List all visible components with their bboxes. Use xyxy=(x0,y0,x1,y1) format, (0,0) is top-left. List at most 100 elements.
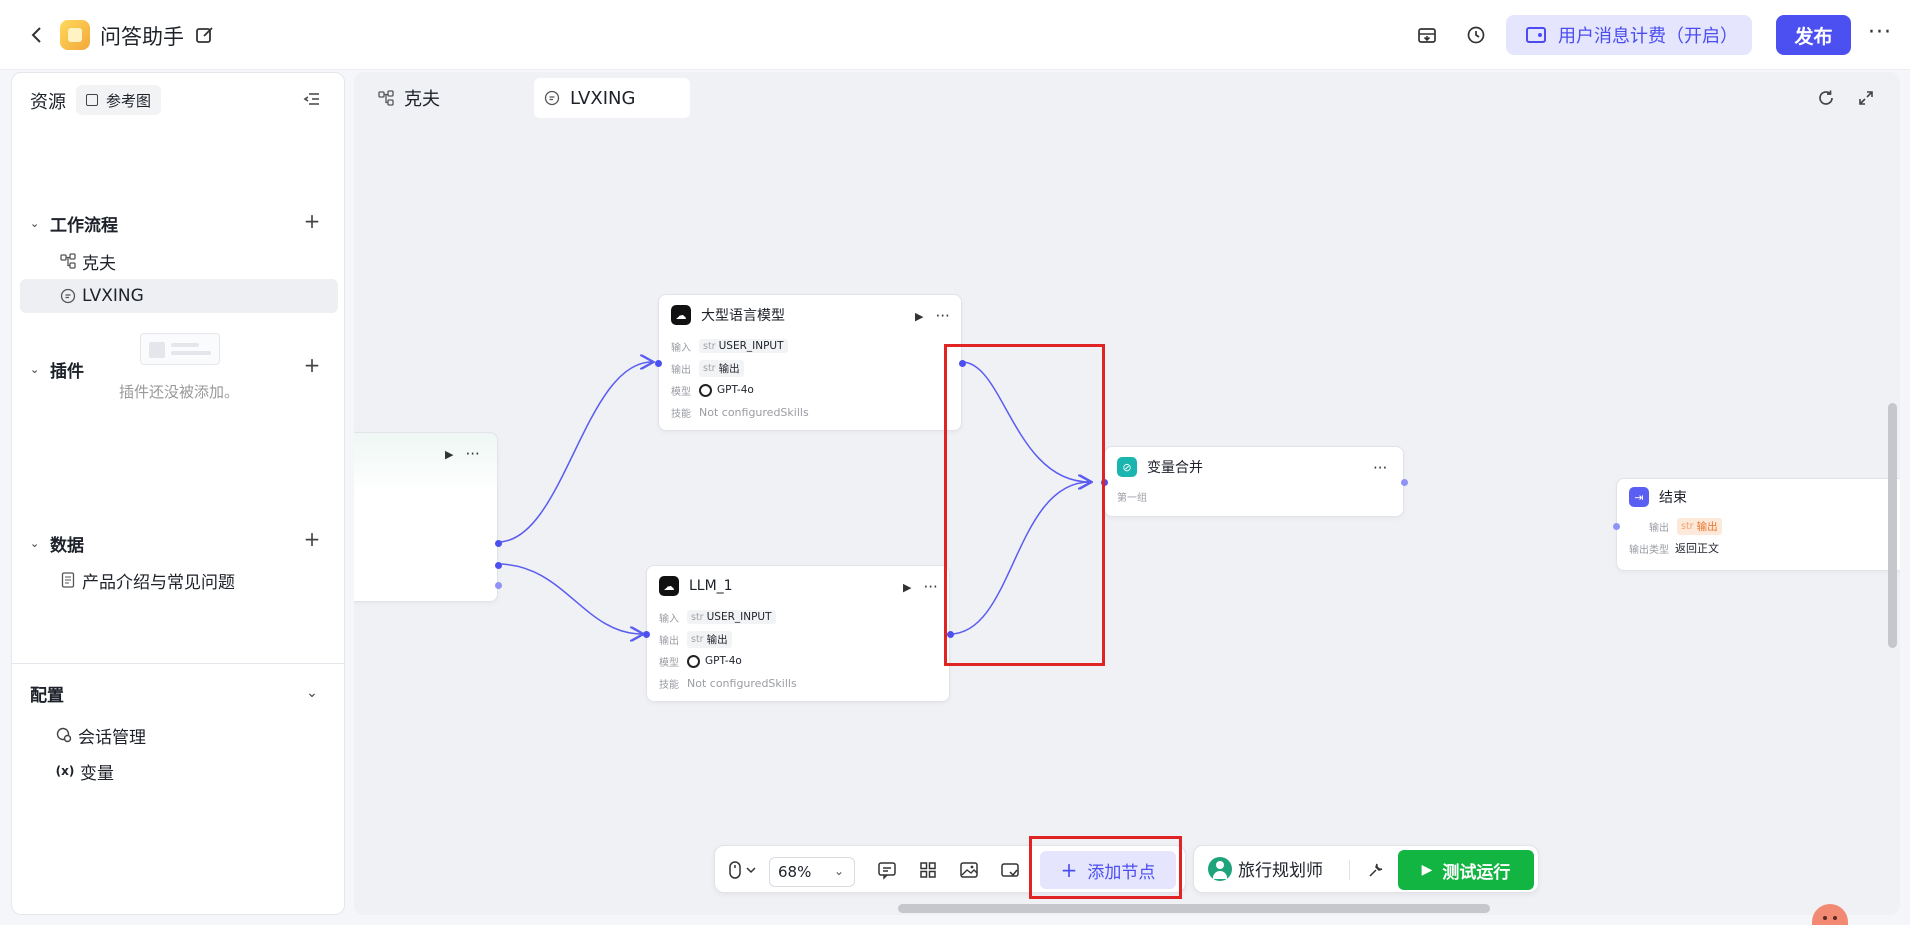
chatflow-icon xyxy=(60,288,76,304)
more-dots-icon[interactable]: ··· xyxy=(1373,459,1387,477)
node-skill-row: 技能 Not configuredSkills xyxy=(659,676,797,691)
add-data-button[interactable]: + xyxy=(302,527,322,551)
document-icon xyxy=(60,572,76,588)
back-arrow-icon[interactable] xyxy=(24,22,50,48)
collapse-sidebar-icon[interactable] xyxy=(302,89,322,109)
more-menu-icon[interactable]: ··· xyxy=(1868,20,1892,45)
openai-icon xyxy=(699,383,712,397)
end-node[interactable]: ⇥ 结束 输出 str 输出 输出类型 返回正文 xyxy=(1613,478,1900,571)
end-output-type-row: 输出类型 返回正文 xyxy=(1629,542,1719,556)
edge-start-to-llm xyxy=(497,362,652,543)
edge-llm1-to-merge xyxy=(949,482,1090,635)
node-skill-row: 技能 Not configuredSkills xyxy=(671,405,809,420)
node-title: 结束 xyxy=(1659,490,1687,506)
sidebar-title: 资源 xyxy=(30,92,66,113)
llm-input-port[interactable] xyxy=(655,360,662,367)
start-output-port[interactable] xyxy=(495,562,502,569)
vertical-scrollbar[interactable] xyxy=(1888,403,1897,648)
end-icon: ⇥ xyxy=(1629,487,1649,507)
zoom-select[interactable]: 68% ⌄ xyxy=(769,857,855,887)
app-logo xyxy=(60,20,90,50)
wrench-icon[interactable] xyxy=(1364,858,1388,882)
persona-selector[interactable]: 旅行规划师 xyxy=(1208,856,1323,881)
section-plugin[interactable]: ⌄ 插件 xyxy=(30,357,84,382)
llm-node-1[interactable]: ☁ LLM_1 ▶ ··· 输入 str USER_INPUT 输出 str 输出 模型… xyxy=(643,565,954,702)
empty-plugin-illustration xyxy=(140,333,220,365)
edge-start-to-llm1 xyxy=(497,563,642,634)
merge-group-label: 第一组 xyxy=(1117,492,1147,504)
variable-merge-node[interactable]: ⊘ 变量合并 ··· 第一组 xyxy=(1101,446,1408,517)
copy-icon xyxy=(86,94,98,106)
chevron-down-icon[interactable]: ⌄ xyxy=(302,683,322,703)
node-input-row: 输入 str USER_INPUT xyxy=(659,335,961,357)
node-output-row: 输出 str 输出 xyxy=(659,357,961,379)
merge-icon: ⊘ xyxy=(1117,457,1137,477)
history-icon[interactable] xyxy=(1463,22,1489,48)
sidebar-item-session[interactable]: 会话管理 xyxy=(20,718,338,752)
more-dots-icon[interactable]: ··· xyxy=(935,307,949,325)
avatar xyxy=(1208,856,1232,881)
app-title: 问答助手 xyxy=(100,25,184,49)
variable-icon: (x) xyxy=(55,764,75,778)
grid-layout-icon[interactable] xyxy=(916,858,940,882)
llm-output-port[interactable] xyxy=(947,631,954,638)
node-title: 变量合并 xyxy=(1147,460,1203,476)
llm-output-port[interactable] xyxy=(959,360,966,367)
minimap-icon[interactable] xyxy=(998,858,1022,882)
workflow-canvas[interactable]: 克夫 LVXING ▶ ··· ☁ 大型语言模型 ▶ ··· 输入 str US… xyxy=(354,72,1900,915)
mouse-mode-icon[interactable] xyxy=(725,858,761,882)
llm-icon: ☁ xyxy=(659,576,679,596)
merge-output-port[interactable] xyxy=(1401,479,1408,486)
start-output-port[interactable] xyxy=(495,540,502,547)
comment-icon[interactable] xyxy=(875,858,899,882)
node-output-row: 输出 str 输出 xyxy=(647,628,949,650)
wallet-icon xyxy=(1526,27,1546,43)
more-dots-icon[interactable]: ··· xyxy=(923,578,937,596)
section-workflow[interactable]: ⌄ 工作流程 xyxy=(30,213,118,236)
llm-node-top[interactable]: ☁ 大型语言模型 ▶ ··· 输入 str USER_INPUT 输出 str 输出 模… xyxy=(655,294,966,431)
more-dots-icon[interactable]: ··· xyxy=(465,445,479,463)
node-title: 大型语言模型 xyxy=(701,308,785,324)
play-icon[interactable]: ▶ xyxy=(915,310,923,323)
openai-icon xyxy=(687,654,700,668)
play-icon: ▶ xyxy=(1421,862,1433,878)
sidebar-divider xyxy=(12,663,344,664)
archive-icon[interactable] xyxy=(1414,22,1440,48)
edit-icon[interactable] xyxy=(194,24,216,46)
node-model-row: 模型 GPT-4o xyxy=(659,654,742,669)
divider xyxy=(1349,860,1350,880)
top-bar: 问答助手 用户消息计费（开启） 发布 ··· xyxy=(0,0,1910,70)
sidebar-item-lvxing[interactable]: LVXING xyxy=(20,279,338,313)
workflow-icon xyxy=(60,253,76,269)
plus-icon: + xyxy=(1060,858,1078,882)
play-icon[interactable]: ▶ xyxy=(445,448,453,461)
image-icon[interactable] xyxy=(957,858,981,882)
horizontal-scrollbar[interactable] xyxy=(898,904,1490,913)
start-output-port[interactable] xyxy=(495,582,502,589)
sidebar-item-variables[interactable]: (x) 变量 xyxy=(20,754,338,788)
add-node-button[interactable]: + 添加节点 xyxy=(1040,851,1176,889)
billing-button[interactable]: 用户消息计费（开启） xyxy=(1506,15,1752,55)
merge-input-port[interactable] xyxy=(1101,479,1108,486)
plugin-empty-text: 插件还没被添加。 xyxy=(118,383,239,401)
test-run-button[interactable]: ▶ 测试运行 xyxy=(1398,850,1534,890)
publish-button[interactable]: 发布 xyxy=(1776,15,1851,55)
add-plugin-button[interactable]: + xyxy=(302,353,322,377)
resource-sidebar: 资源 参考图 ⌄ 工作流程 + 克夫 LVXING ⌄ 插件 + 插件还没被添加。 … xyxy=(11,72,345,915)
section-config[interactable]: 配置 xyxy=(30,681,64,706)
chevron-down-icon: ⌄ xyxy=(833,864,844,878)
end-input-port[interactable] xyxy=(1613,523,1620,530)
sidebar-item-product-faq[interactable]: 产品介绍与常见问题 xyxy=(20,563,338,597)
sidebar-item-kefu[interactable]: 克夫 xyxy=(20,244,338,278)
start-node[interactable]: ▶ ··· xyxy=(354,432,502,602)
reference-graph-button[interactable]: 参考图 xyxy=(76,85,161,115)
node-input-row: 输入 str USER_INPUT xyxy=(647,606,949,628)
llm-input-port[interactable] xyxy=(643,631,650,638)
play-icon[interactable]: ▶ xyxy=(903,581,911,594)
edge-llm-to-merge xyxy=(961,361,1090,482)
node-model-row: 模型 GPT-4o xyxy=(671,383,754,398)
section-data[interactable]: ⌄ 数据 xyxy=(30,531,84,556)
llm-icon: ☁ xyxy=(671,305,691,325)
session-icon xyxy=(56,727,72,743)
add-workflow-button[interactable]: + xyxy=(302,209,322,233)
